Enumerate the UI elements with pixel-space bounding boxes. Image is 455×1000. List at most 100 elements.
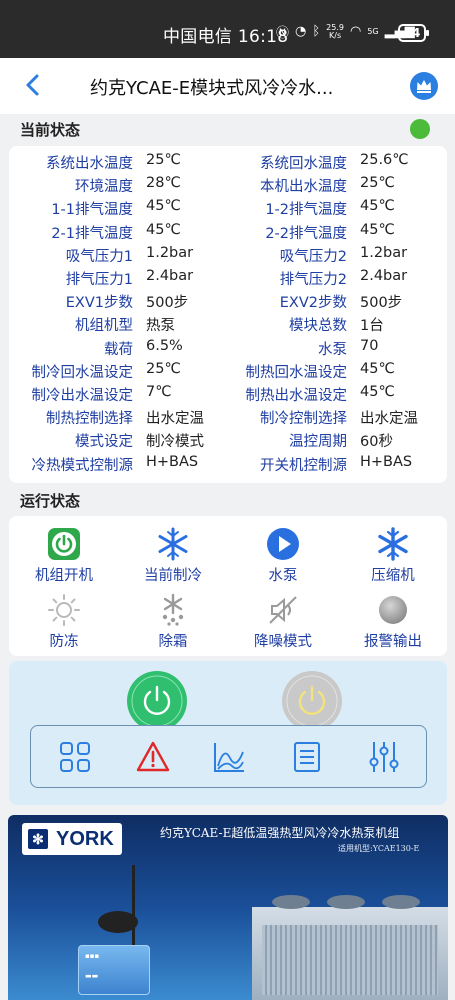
- parameter-value: 2.4bar: [360, 268, 408, 284]
- status-parameters-card: 系统出水温度 25℃ 系统回水温度 25.6℃ 环境温度 28℃ 本机出水温度 25℃ 1-1排…: [9, 146, 447, 483]
- parameter-value: 1.2bar: [360, 244, 408, 261]
- parameter-value: 45℃: [360, 198, 395, 215]
- parameter-value: 28℃: [146, 175, 181, 192]
- parameter-value: 25℃: [360, 175, 395, 192]
- function-toolbar: [30, 725, 427, 788]
- status-label: 降噪模式: [254, 634, 312, 650]
- parameter-label: 本机出水温度: [260, 179, 347, 196]
- battery-indicator: 64: [398, 24, 429, 42]
- status-cooling: 当前制冷: [123, 527, 223, 585]
- power-on-icon: [48, 528, 80, 560]
- parameter-row: 环境温度 28℃ 本机出水温度 25℃: [9, 175, 447, 198]
- signal-5g: 5G: [367, 26, 379, 36]
- banner-subtitle: 适用机型:YCAE130-E: [338, 844, 420, 853]
- parameter-row: 排气压力1 2.4bar 排气压力2 2.4bar: [9, 268, 447, 291]
- parameter-label: 1-1排气温度: [51, 202, 133, 219]
- banner-title: 约克YCAE-E超低温强热型风冷冷水热泵机组: [160, 826, 400, 840]
- parameter-label: 模块总数: [289, 318, 347, 335]
- parameter-row: 制热控制选择 出水定温 制冷控制选择 出水定温: [9, 407, 447, 430]
- parameter-label: 模式设定: [75, 434, 133, 451]
- parameter-value: 25℃: [146, 360, 181, 377]
- gateway-device-image: ▪▪▪ ▬▬: [78, 945, 150, 995]
- parameter-label: 1-2排气温度: [265, 202, 347, 219]
- status-compressor: 压缩机: [343, 527, 443, 585]
- status-label: 当前制冷: [144, 568, 202, 584]
- status-unit-on: 机组开机: [14, 527, 114, 585]
- product-banner: ✻ YORK 约克YCAE-E超低温强热型风冷冷水热泵机组 适用机型:YCAE1…: [8, 815, 448, 1000]
- parameter-value: 2.4bar: [146, 268, 194, 284]
- parameter-label: 环境温度: [75, 179, 133, 196]
- parameter-value: 1.2bar: [146, 244, 194, 261]
- parameter-row: 2-1排气温度 45℃ 2-2排气温度 45℃: [9, 222, 447, 245]
- parameter-value: H+BAS: [360, 453, 413, 470]
- parameter-label: 制热出水温设定: [245, 388, 348, 404]
- warning-icon[interactable]: [136, 740, 170, 774]
- bluetooth-icon: ᛒ: [312, 24, 321, 39]
- back-arrow-icon[interactable]: [18, 70, 48, 100]
- parameter-value: 500步: [146, 295, 189, 312]
- parameter-value: 70: [360, 337, 379, 354]
- parameter-label: 排气压力1: [65, 272, 133, 288]
- status-icons: Ⓝ ◔ ᛒ 25.9 K/s ◠ 5G ▂▄▆: [276, 22, 415, 41]
- parameter-label: 排气压力2: [279, 272, 347, 288]
- status-label: 除霜: [158, 634, 188, 650]
- power-on-button[interactable]: [126, 670, 188, 732]
- nfc-icon: Ⓝ: [276, 26, 290, 41]
- chiller-unit-image: [252, 895, 448, 1000]
- parameter-value: 45℃: [360, 384, 395, 400]
- wifi-icon: ◠: [349, 24, 362, 39]
- parameter-label: 制热控制选择: [46, 411, 133, 428]
- parameter-label: 系统回水温度: [260, 156, 347, 172]
- parameter-label: 2-1排气温度: [51, 225, 133, 242]
- parameter-row: EXV1步数 500步 EXV2步数 500步: [9, 291, 447, 314]
- current-status-title: 当前状态: [20, 121, 81, 139]
- net-speed: 25.9 K/s: [326, 22, 344, 40]
- status-bar: 中国电信 16:18 Ⓝ ◔ ᛒ 25.9 K/s ◠ 5G ▂▄▆ 64: [0, 0, 455, 58]
- parameter-value: 60秒: [360, 434, 393, 451]
- parameter-label: 制冷出水温设定: [31, 388, 134, 404]
- sun-icon: [48, 594, 80, 626]
- parameter-label: 吸气压力1: [65, 248, 133, 265]
- parameter-value: 25℃: [146, 152, 181, 168]
- chart-icon[interactable]: [212, 740, 246, 774]
- parameter-label: 制冷回水温设定: [31, 364, 134, 381]
- parameter-label: 制热回水温设定: [245, 364, 348, 381]
- list-icon[interactable]: [290, 740, 324, 774]
- parameter-label: EXV1步数: [65, 295, 133, 312]
- parameter-label: 载荷: [104, 341, 133, 358]
- parameter-label: 开关机控制源: [260, 457, 347, 474]
- control-panel: [9, 661, 447, 805]
- alarm-dot-icon: [379, 596, 407, 624]
- york-logo: ✻ YORK: [22, 823, 122, 855]
- york-logo-mark: ✻: [28, 829, 48, 849]
- do-not-disturb-icon: ◔: [295, 24, 307, 39]
- parameter-value: 制冷模式: [146, 434, 204, 451]
- parameter-value: 25.6℃: [360, 152, 409, 168]
- parameter-label: 温控周期: [289, 434, 347, 451]
- status-label: 报警输出: [364, 634, 422, 650]
- app-header: 约克YCAE-E模块式风冷冷水...: [0, 58, 455, 114]
- status-label: 水泵: [268, 568, 298, 584]
- parameter-label: 制冷控制选择: [260, 411, 347, 428]
- parameter-label: 系统出水温度: [46, 156, 133, 172]
- parameter-row: 机组机型 热泵 模块总数 1台: [9, 314, 447, 337]
- carrier-time: 中国电信 16:18: [163, 27, 289, 47]
- defrost-icon: [162, 593, 184, 626]
- status-defrost: 除霜: [123, 593, 223, 651]
- status-water-pump: 水泵: [233, 527, 333, 585]
- online-status-indicator: [410, 119, 430, 139]
- parameter-value: 45℃: [146, 221, 181, 238]
- play-icon: [267, 528, 299, 560]
- parameter-value: 45℃: [360, 221, 395, 238]
- snowflake-icon: [378, 527, 408, 561]
- crown-icon[interactable]: [410, 72, 438, 100]
- parameter-row: 冷热模式控制源 H+BAS 开关机控制源 H+BAS: [9, 454, 447, 477]
- status-label: 机组开机: [35, 568, 93, 584]
- parameter-label: 冷热模式控制源: [31, 457, 134, 474]
- power-off-button[interactable]: [281, 670, 343, 732]
- parameter-value: 500步: [360, 295, 403, 312]
- status-label: 防冻: [49, 634, 79, 650]
- parameter-value: 出水定温: [146, 411, 204, 428]
- sliders-icon[interactable]: [367, 740, 401, 774]
- grid-icon[interactable]: [58, 740, 92, 774]
